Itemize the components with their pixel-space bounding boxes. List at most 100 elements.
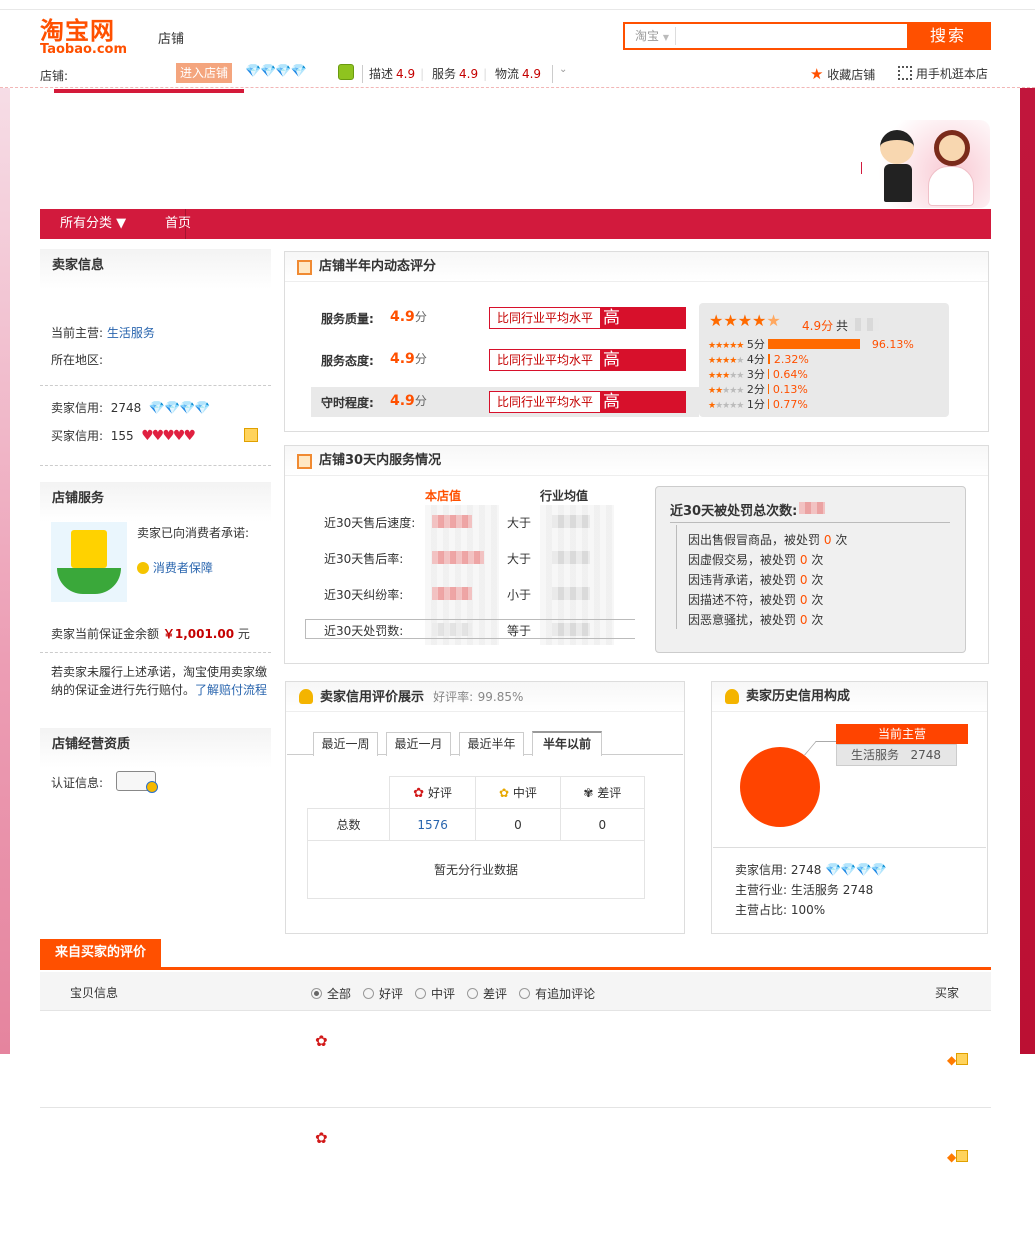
review-buyer-badges: ◆ — [947, 1053, 969, 1067]
tab-month[interactable]: 最近一月 — [386, 732, 451, 756]
search-input[interactable] — [681, 26, 901, 46]
tab-half-year[interactable]: 最近半年 — [459, 732, 524, 756]
divider — [670, 522, 950, 523]
main-share-label: 主营占比: — [735, 903, 788, 917]
tab-underline — [40, 967, 991, 970]
bad-count: 0 — [559, 808, 646, 841]
svc-compare: 大于 — [507, 552, 532, 566]
dsr-level: 高 — [600, 349, 686, 371]
rating-service-value: 4.9 — [459, 67, 479, 81]
check-badge-icon — [146, 781, 158, 793]
radio-icon[interactable] — [363, 988, 375, 999]
banner-divider — [861, 162, 862, 174]
radio-icon[interactable] — [311, 988, 322, 999]
summary-score: 4.9分 — [802, 319, 834, 333]
dist-label: 5分 — [746, 338, 765, 351]
review-filter-label: 差评 — [483, 987, 508, 1001]
penalty-count: 0 — [799, 613, 808, 627]
seller-credit-row: 卖家信用: 2748 💎💎💎💎 — [51, 399, 211, 416]
store-service-panel: 店铺服务 — [40, 482, 271, 522]
review-filter-option[interactable]: 有追加评论 — [519, 987, 595, 1001]
dsr-title-bar: 店铺半年内动态评分 — [285, 252, 988, 282]
review-filter-option[interactable]: 差评 — [467, 987, 507, 1001]
groom-icon — [880, 130, 914, 164]
dist-row: ★★★★★ 5分 96.13% — [708, 338, 914, 353]
diamond-orange-icon: ◆ — [947, 1150, 957, 1164]
dsr-title: 店铺半年内动态评分 — [319, 259, 437, 274]
good-count[interactable]: 1576 — [388, 808, 477, 841]
dsr-score-unit: 分 — [414, 310, 427, 324]
review-filter-option[interactable]: 全部 — [311, 987, 351, 1001]
penalty-unit: 次 — [811, 613, 824, 627]
search-button[interactable]: 搜索 — [907, 24, 989, 48]
search-scope-label: 淘宝 — [635, 29, 660, 43]
list-guide — [676, 525, 677, 629]
radio-icon[interactable] — [415, 988, 427, 999]
main-share-row: 主营占比: 100% — [735, 901, 825, 918]
rating-desc-label: 描述 — [369, 67, 394, 81]
masked-store-value — [432, 587, 472, 600]
penalty-unit: 次 — [835, 533, 848, 547]
review-filter-label: 全部 — [327, 987, 352, 1001]
chart-icon — [297, 454, 312, 469]
penalty-text: 因恶意骚扰，被处罚 — [688, 613, 797, 627]
search-scope-dropdown[interactable]: 淘宝 ▼ — [628, 27, 676, 45]
masked-industry-value — [552, 623, 590, 636]
penalty-text: 因出售假冒商品，被处罚 — [688, 533, 821, 547]
col-buyer: 买家 — [935, 986, 960, 1000]
deposit-row: 卖家当前保证金余额 ￥1,001.00 元 — [51, 625, 250, 642]
col-store-value: 本店值 — [425, 489, 462, 503]
chevron-down-icon[interactable]: ⌄ — [559, 64, 567, 75]
radio-icon[interactable] — [467, 988, 479, 999]
wedding-couple-image — [862, 120, 990, 208]
divider — [40, 385, 271, 386]
fav-store-link[interactable]: ★ 收藏店铺 — [810, 65, 875, 83]
dsr-score-unit: 分 — [414, 394, 427, 408]
dsr-score-unit: 分 — [414, 352, 427, 366]
seller-info-title: 卖家信息 — [40, 249, 271, 289]
deposit-value: ￥1,001.00 — [162, 627, 235, 641]
rating-logistics-value: 4.9 — [521, 67, 542, 81]
tab-before-half-year[interactable]: 半年以前 — [532, 731, 602, 756]
dsr-level: 高 — [600, 307, 686, 329]
rating-desc-value: 4.9 — [396, 67, 416, 81]
flower-red-icon: ✿ — [315, 1032, 328, 1050]
rating-strip[interactable]: 描述 4.9 | 服务 4.9 | 物流 4.9 — [362, 65, 554, 83]
review-filter-option[interactable]: 好评 — [363, 987, 403, 1001]
no-industry-data: 暂无分行业数据 — [307, 840, 645, 899]
penalty-item: 因恶意骚扰，被处罚 0 次 — [688, 611, 823, 628]
col-industry-avg: 行业均值 — [540, 489, 589, 503]
shopping-bag-icon — [71, 530, 107, 568]
taobao-logo[interactable]: 淘宝网 Taobao.com — [40, 18, 132, 56]
radio-icon[interactable] — [519, 988, 531, 999]
deposit-unit: 元 — [237, 627, 250, 641]
qualification-title: 店铺经营资质 — [40, 728, 271, 768]
tab-week[interactable]: 最近一周 — [313, 732, 378, 756]
buyer-reviews-tab[interactable]: 来自买家的评价 — [40, 939, 161, 967]
side-decoration-left — [0, 88, 10, 1054]
svc-compare: 小于 — [507, 588, 532, 602]
chart-icon — [297, 260, 312, 275]
nav-home[interactable]: 首页 — [165, 209, 191, 239]
seller-credit-label: 卖家信用: — [51, 401, 104, 415]
mobile-store-link[interactable]: 用手机逛本店 — [898, 65, 988, 82]
review-filter-option[interactable]: 中评 — [415, 987, 455, 1001]
credit-eval-title: 卖家信用评价展示 — [320, 690, 425, 705]
dist-label: 2分 — [746, 383, 765, 396]
masked-industry-value — [552, 515, 590, 528]
penalty-count: 0 — [799, 573, 808, 587]
main-industry-label: 主营行业: — [735, 883, 788, 897]
enter-store-button[interactable]: 进入店铺 — [176, 63, 232, 83]
dsr-compare-text: 比同行业平均水平 — [497, 353, 594, 367]
notice-link[interactable]: 了解赔付流程 — [195, 683, 267, 697]
nav-all-categories[interactable]: 所有分类 ▼ — [60, 209, 126, 239]
buyer-credit-label: 买家信用: — [51, 429, 104, 443]
shield-icon — [137, 562, 149, 574]
category-box: 生活服务 2748 — [836, 744, 957, 766]
credit-pie-chart — [740, 747, 820, 827]
dsr-compare-badge: 比同行业平均水平高 — [489, 349, 686, 371]
main-business-link[interactable]: 生活服务 — [107, 326, 155, 340]
certificate-icon[interactable] — [116, 771, 158, 793]
protection-link[interactable]: 消费者保障 — [137, 559, 213, 576]
divider — [40, 1010, 991, 1011]
